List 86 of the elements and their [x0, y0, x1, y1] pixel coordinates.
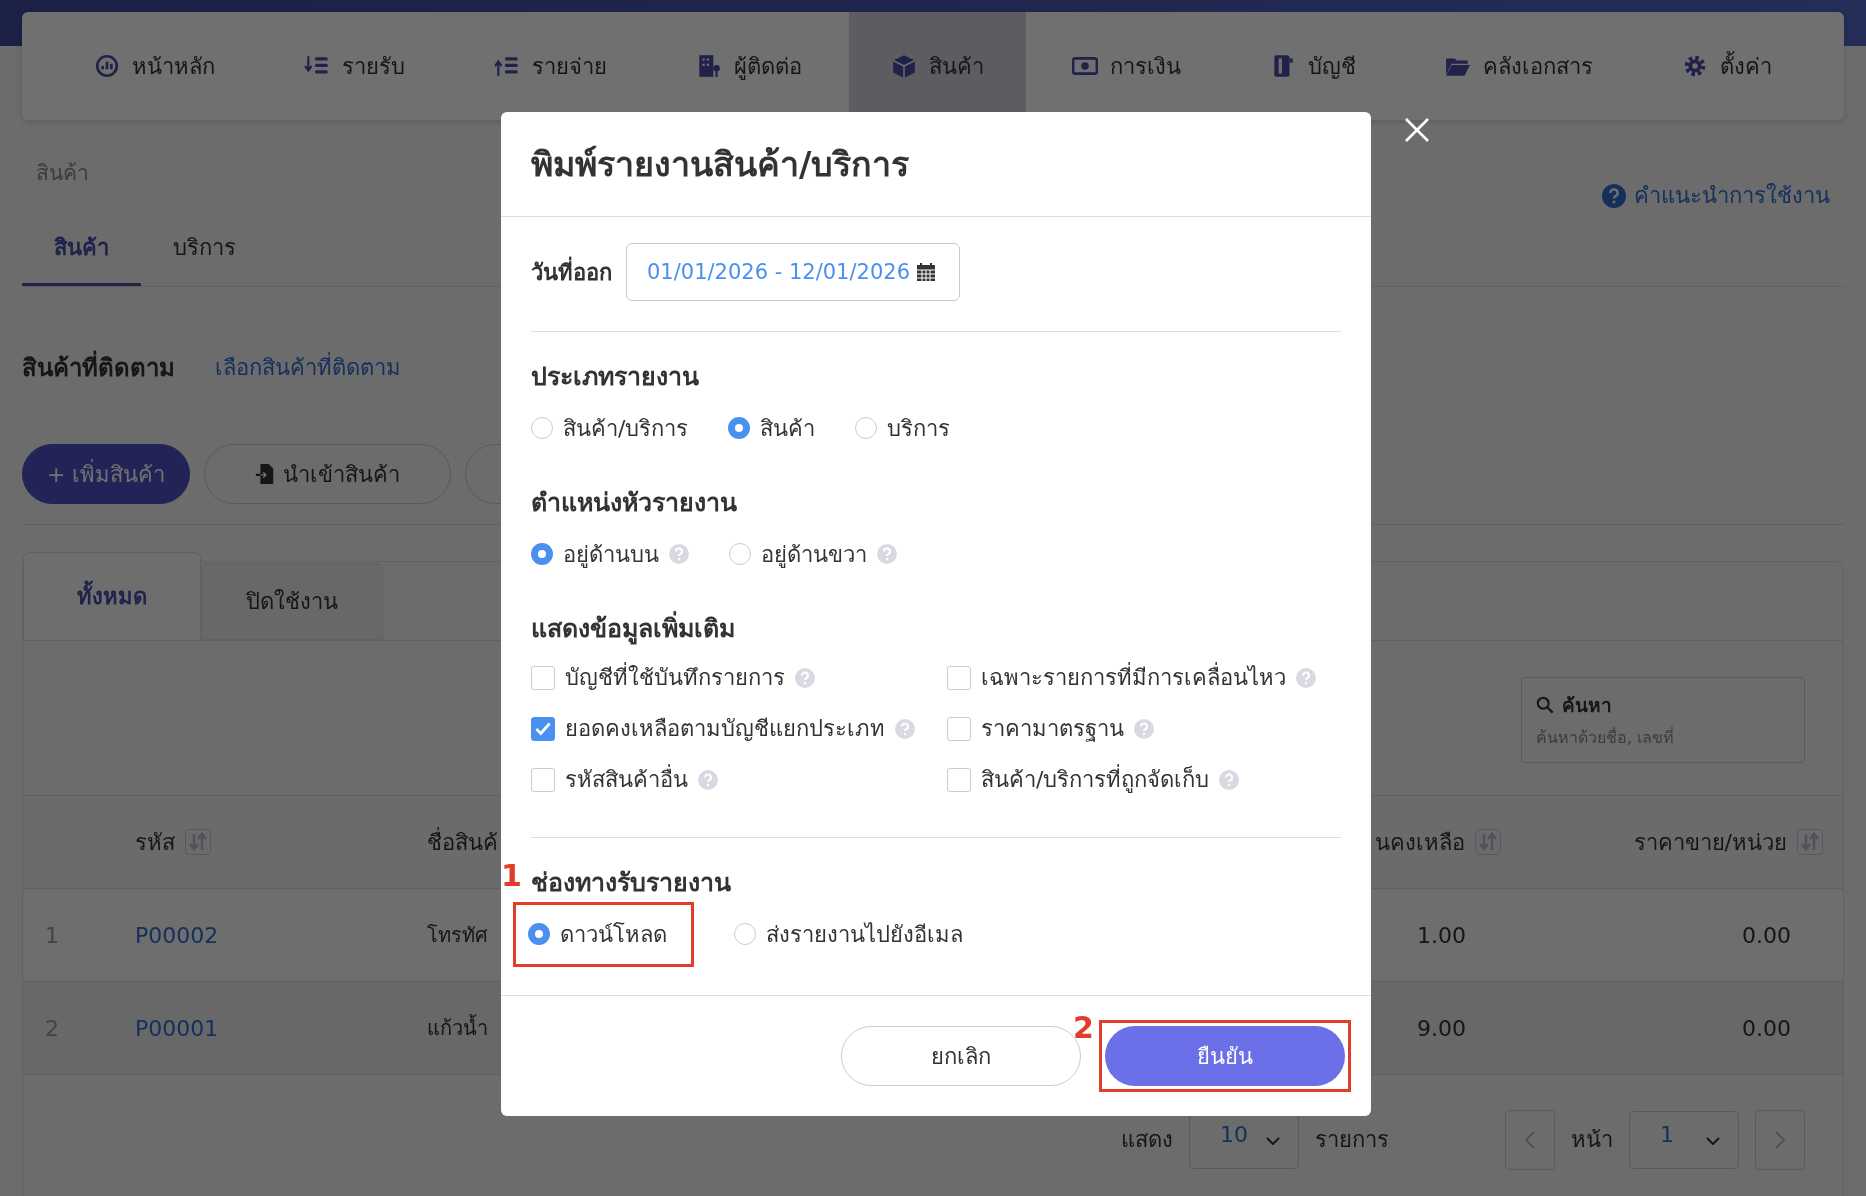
option-label: อยู่ด้านขวา [761, 540, 867, 570]
table-cell: 1.00 [1417, 922, 1466, 948]
list-tab[interactable]: ปิดใช้งาน [201, 563, 383, 640]
table-cell: 0.00 [1742, 1015, 1791, 1041]
date-range-field[interactable]: 01/01/2026 - 12/01/2026 [626, 243, 960, 301]
settings-icon [1682, 53, 1708, 79]
checkbox[interactable] [531, 665, 555, 690]
nav-tab[interactable]: รายรับ [261, 12, 447, 120]
option-label: เฉพาะรายการที่มีการเคลื่อนไหว [981, 660, 1286, 695]
items-label: รายการ [1315, 1126, 1389, 1154]
previous-page-button[interactable] [1505, 1109, 1555, 1170]
option-label: บริการ [887, 414, 951, 443]
checkbox[interactable] [947, 716, 971, 741]
nav-tab[interactable]: ตั้งค่า [1640, 12, 1814, 120]
select-followed-link[interactable]: เลือกสินค้าที่ติดตาม [215, 349, 401, 385]
option-label: ส่งรายงานไปยังอีเมล [766, 920, 963, 949]
next-page-button[interactable] [1755, 1109, 1805, 1170]
help-link[interactable]: คำแนะนำการใช้งาน [1602, 178, 1830, 213]
close-icon[interactable] [1404, 117, 1430, 143]
help-icon[interactable] [669, 544, 689, 564]
search-icon [1536, 696, 1554, 714]
sort-icon[interactable] [1797, 829, 1823, 855]
radio-button[interactable] [531, 543, 553, 565]
option-label: สินค้า [760, 414, 816, 443]
radio-button[interactable] [728, 417, 751, 439]
section-title: แสดงข้อมูลเพิ่มเติม [531, 608, 1341, 648]
date-label: วันที่ออก [531, 254, 612, 290]
checkbox[interactable] [531, 716, 555, 741]
calendar-icon [916, 262, 936, 282]
page-tab[interactable]: สินค้า [22, 230, 141, 286]
product-code-link[interactable]: P00001 [135, 1015, 219, 1041]
confirm-button[interactable]: ยืนยัน [1105, 1026, 1345, 1086]
section-title: ตำแหน่งหัวรายงาน [531, 487, 738, 519]
option-label: รหัสสินค้าอื่น [565, 762, 688, 797]
search-label: ค้นหา [1562, 693, 1612, 718]
gauge-icon [94, 53, 120, 79]
chevron-right-icon [1775, 1130, 1785, 1149]
checkbox[interactable] [947, 665, 971, 690]
section-title: ประเภทรายงาน [531, 361, 700, 393]
help-icon[interactable] [1296, 667, 1316, 688]
import-button[interactable]: นำเข้าสินค้า [204, 444, 452, 504]
help-icon[interactable] [1219, 769, 1240, 790]
step-number: 1 [501, 857, 522, 893]
chevron-down-icon [1266, 1136, 1280, 1145]
table-cell-text: โทรทัศ [427, 922, 488, 949]
nav-tab[interactable]: คลังเอกสาร [1403, 12, 1636, 120]
nav-tab[interactable]: หน้าหลัก [52, 12, 257, 120]
column-header: ราคาขาย/หน่วย [1633, 828, 1787, 857]
show-label: แสดง [1121, 1126, 1173, 1154]
sort-icon[interactable] [1475, 829, 1501, 855]
table-cell: 0.00 [1742, 922, 1791, 948]
help-icon[interactable] [795, 667, 815, 688]
help-icon[interactable] [698, 769, 718, 790]
table-cell: 9.00 [1417, 1015, 1466, 1041]
page-tab[interactable]: บริการ [141, 230, 268, 286]
file-import-icon [255, 463, 276, 485]
box-icon [890, 53, 917, 79]
chevron-down-icon [1706, 1136, 1720, 1145]
option-label: ราคามาตรฐาน [981, 715, 1124, 744]
page-label: หน้า [1571, 1126, 1613, 1154]
column-header: ชื่อสินค้ [427, 826, 498, 857]
option-label: บัญชีที่ใช้บันทึกรายการ [565, 660, 785, 695]
option-label: สินค้า/บริการ [563, 414, 689, 443]
section-title: สินค้าที่ติดตาม [22, 347, 175, 387]
help-icon[interactable] [895, 718, 915, 739]
add-product-button[interactable]: + เพิ่มสินค้า [22, 444, 191, 504]
table-cell-text: แก้วน้ำ [427, 1013, 488, 1042]
column-header: นคงเหลือ [1375, 828, 1465, 857]
help-icon[interactable] [1134, 718, 1154, 739]
help-icon[interactable] [877, 544, 897, 564]
radio-button[interactable] [528, 923, 550, 945]
column-header: รหัส [135, 828, 175, 857]
option-label: ดาวน์โหลด [560, 920, 667, 949]
checkbox[interactable] [947, 767, 971, 792]
chevron-left-icon [1525, 1130, 1535, 1149]
option-label: อยู่ด้านบน [563, 540, 659, 570]
page-dropdown[interactable]: 1 [1629, 1110, 1739, 1169]
product-code-link[interactable]: P00002 [135, 922, 219, 948]
dialog-title: พิมพ์รายงานสินค้า/บริการ [531, 143, 910, 186]
help-icon [1602, 183, 1626, 208]
section-title: ช่องทางรับรายงาน [531, 867, 732, 899]
option-label: ยอดคงเหลือตามบัญชีแยกประเภท [565, 715, 885, 743]
checkbox[interactable] [531, 767, 555, 792]
option-label: สินค้า/บริการที่ถูกจัดเก็บ [981, 762, 1210, 797]
list-tab[interactable]: ทั้งหมด [23, 552, 201, 640]
sort-icon[interactable] [185, 829, 211, 855]
